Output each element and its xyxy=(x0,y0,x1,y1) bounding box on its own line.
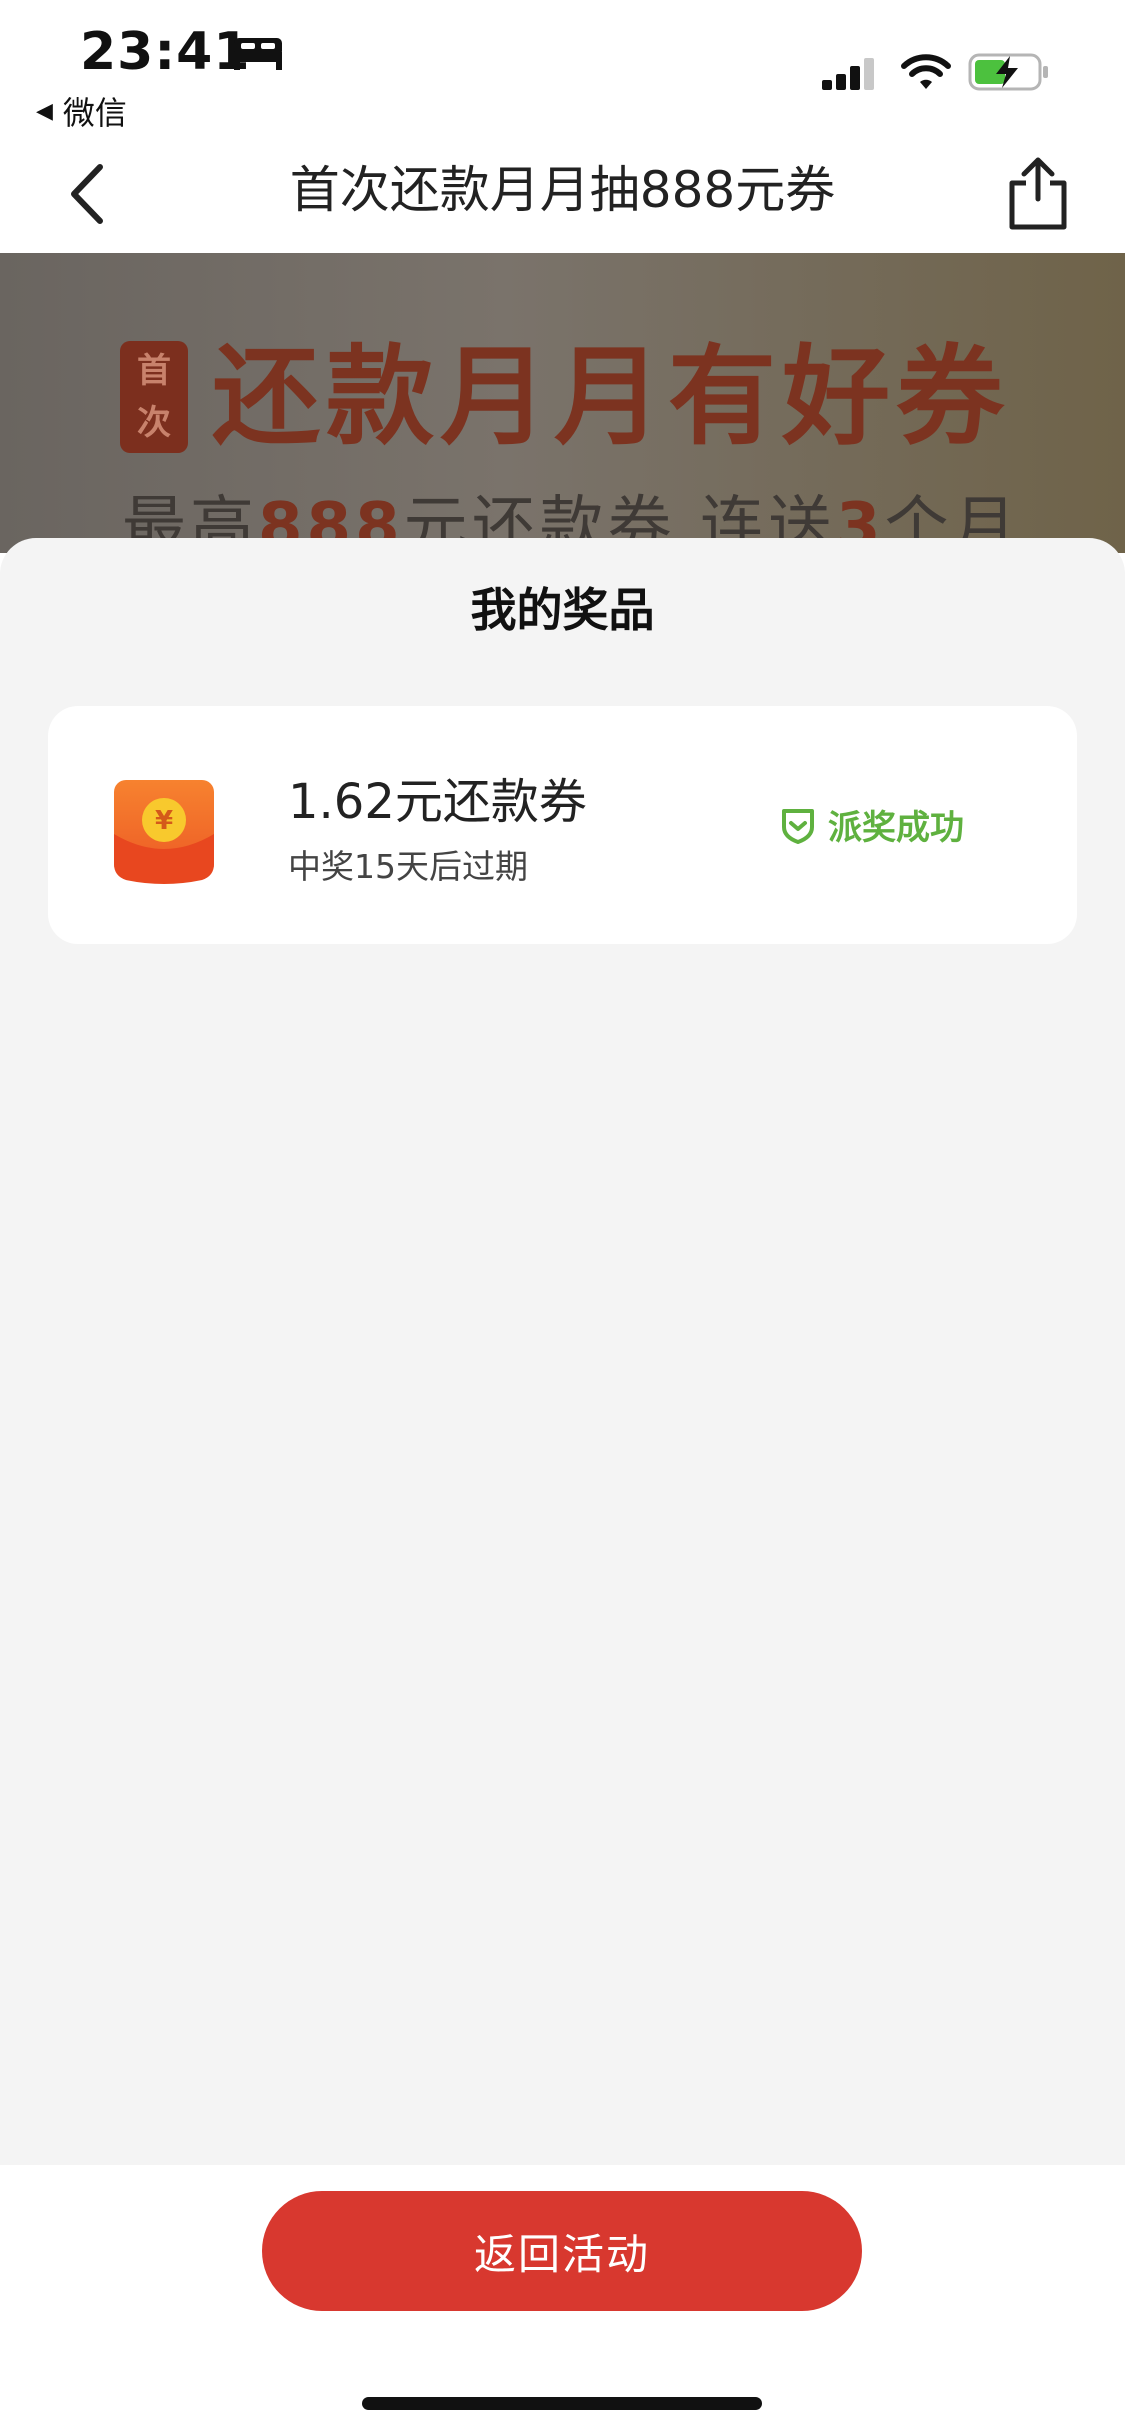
nav-bar: 首次还款月月抽888元券 xyxy=(0,135,1125,253)
sheet-title: 我的奖品 xyxy=(470,583,655,637)
sleep-icon xyxy=(234,38,282,70)
prize-status: 派奖成功 xyxy=(778,800,964,849)
back-arrow-icon[interactable] xyxy=(62,161,122,227)
home-indicator xyxy=(362,2397,762,2410)
back-triangle-icon: ◀ xyxy=(36,98,53,124)
prize-name: 1.62元还款券 xyxy=(288,774,587,830)
signal-icon xyxy=(822,58,874,90)
prize-card[interactable]: ¥ 1.62元还款券 中奖15天后过期 派奖成功 xyxy=(48,706,1077,944)
return-to-activity-button[interactable]: 返回活动 xyxy=(262,2191,862,2311)
status-bar: 23:41 ◀ 微信 xyxy=(0,0,1125,135)
page-title: 首次还款月月抽888元券 xyxy=(289,161,836,219)
back-to-app[interactable]: ◀ 微信 xyxy=(36,88,127,134)
back-app-label: 微信 xyxy=(62,94,127,132)
prize-sheet: 我的奖品 ¥ 1.62元还款券 中奖15天后过期 派奖成功 xyxy=(0,538,1125,2165)
svg-text:¥: ¥ xyxy=(155,806,173,836)
banner-headline: 还款月月有好券 xyxy=(212,335,1011,460)
red-envelope-icon: ¥ xyxy=(114,780,214,884)
battery-charging-icon xyxy=(968,53,1048,91)
status-time: 23:41 xyxy=(80,22,251,82)
wifi-icon xyxy=(901,54,951,89)
prize-status-label: 派奖成功 xyxy=(828,808,964,848)
banner-badge: 首 次 xyxy=(120,341,188,453)
activity-banner: 首 次 还款月月有好券 最高888元还款券 连送3个月 xyxy=(0,253,1125,553)
share-icon[interactable] xyxy=(1006,155,1070,231)
prize-expire: 中奖15天后过期 xyxy=(288,847,528,886)
bottom-bar: 返回活动 xyxy=(0,2165,1125,2435)
banner-badge-line1: 首 xyxy=(137,351,171,391)
banner-badge-line2: 次 xyxy=(137,403,171,443)
shield-check-icon xyxy=(782,808,814,844)
